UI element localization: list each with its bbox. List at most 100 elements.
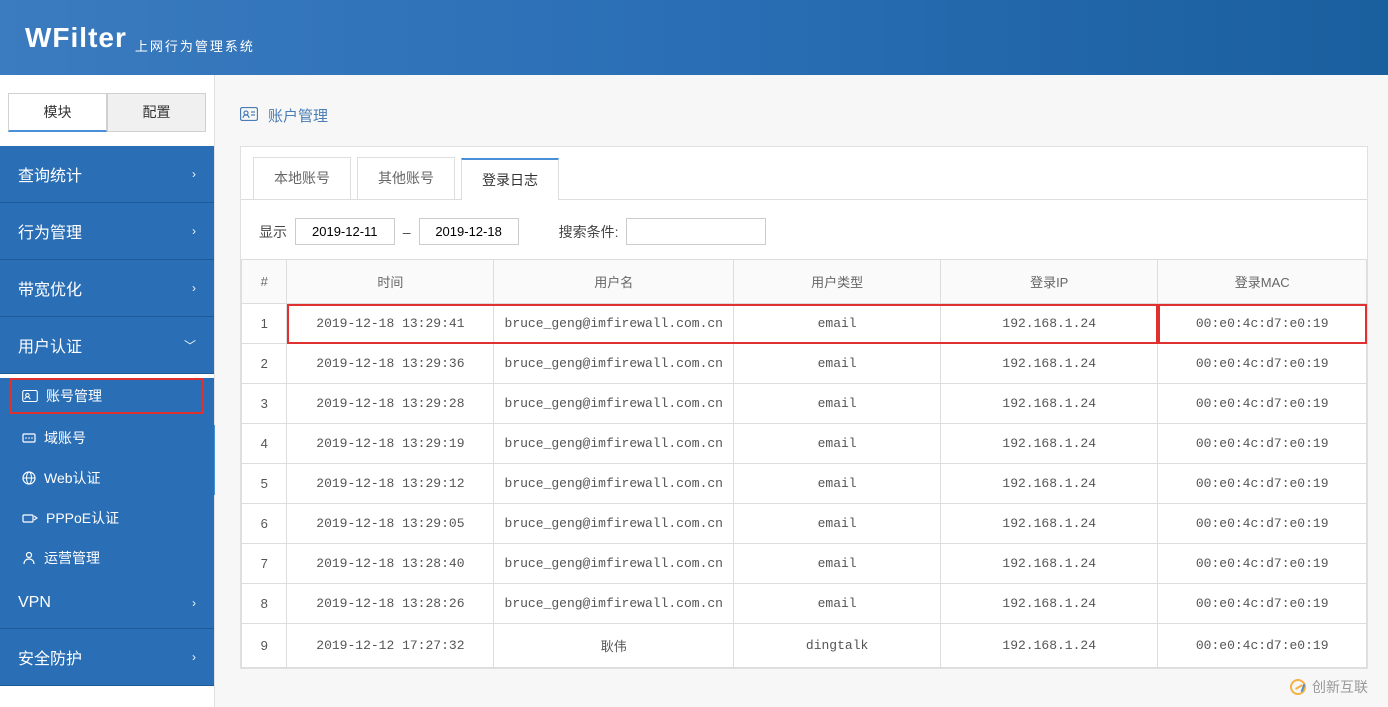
cell-username: bruce_geng@imfirewall.com.cn xyxy=(494,504,734,544)
cell-username: bruce_geng@imfirewall.com.cn xyxy=(494,384,734,424)
submenu: 账号管理域账号 Web认证 PPPoE认证运营管理 xyxy=(0,378,214,578)
date-separator: – xyxy=(403,224,411,240)
table-row[interactable]: 92019-12-12 17:27:32耿伟dingtalk192.168.1.… xyxy=(242,624,1367,668)
cell-index: 1 xyxy=(242,304,287,344)
menu-item-3[interactable]: 用户认证﹀ xyxy=(0,317,214,374)
menu-item-4[interactable]: VPN› xyxy=(0,578,214,629)
cell-mac: 00:e0:4c:d7:e0:19 xyxy=(1158,304,1367,344)
inner-tab-1[interactable]: 其他账号 xyxy=(357,157,455,199)
col-time[interactable]: 时间 xyxy=(287,260,494,304)
menu-item-1[interactable]: 行为管理› xyxy=(0,203,214,260)
sidebar: 模块 配置 查询统计›行为管理›带宽优化›用户认证﹀账号管理域账号Web认证PP… xyxy=(0,75,215,707)
id-card-icon xyxy=(240,107,258,125)
table-row[interactable]: 22019-12-18 13:29:36bruce_geng@imfirewal… xyxy=(242,344,1367,384)
sidebar-tab-module[interactable]: 模块 xyxy=(8,93,107,132)
col-username[interactable]: 用户名 xyxy=(494,260,734,304)
table-row[interactable]: 82019-12-18 13:28:26bruce_geng@imfirewal… xyxy=(242,584,1367,624)
show-label: 显示 xyxy=(259,222,287,242)
cell-ip: 192.168.1.24 xyxy=(941,544,1158,584)
cell-usertype: email xyxy=(734,584,941,624)
table-row[interactable]: 52019-12-18 13:29:12bruce_geng@imfirewal… xyxy=(242,464,1367,504)
submenu-item-1[interactable]: 域账号 xyxy=(0,418,214,458)
cell-ip: 192.168.1.24 xyxy=(941,304,1158,344)
table-row[interactable]: 62019-12-18 13:29:05bruce_geng@imfirewal… xyxy=(242,504,1367,544)
inner-tab-2[interactable]: 登录日志 xyxy=(461,158,559,200)
cell-mac: 00:e0:4c:d7:e0:19 xyxy=(1158,504,1367,544)
col-index[interactable]: # xyxy=(242,260,287,304)
cell-ip: 192.168.1.24 xyxy=(941,384,1158,424)
menu-item-label: 用户认证 xyxy=(18,333,82,357)
col-login-ip[interactable]: 登录IP xyxy=(941,260,1158,304)
cell-mac: 00:e0:4c:d7:e0:19 xyxy=(1158,424,1367,464)
cell-usertype: email xyxy=(734,464,941,504)
menu-item-2[interactable]: 带宽优化› xyxy=(0,260,214,317)
chevron-right-icon: › xyxy=(192,167,196,181)
cell-index: 4 xyxy=(242,424,287,464)
table-row[interactable]: 72019-12-18 13:28:40bruce_geng@imfirewal… xyxy=(242,544,1367,584)
main-content: 账户管理 本地账号其他账号登录日志 显示 – 搜索条件: # 时间 用户名 用户… xyxy=(215,75,1388,707)
menu-item-label: 带宽优化 xyxy=(18,276,82,300)
table-body: 12019-12-18 13:29:41bruce_geng@imfirewal… xyxy=(242,304,1367,668)
breadcrumb: 账户管理 xyxy=(240,105,1368,126)
sidebar-tabs: 模块 配置 xyxy=(0,75,214,140)
cell-time: 2019-12-18 13:29:05 xyxy=(287,504,494,544)
globe-icon xyxy=(22,471,36,485)
submenu-item-0[interactable]: 账号管理 xyxy=(10,378,204,414)
col-usertype[interactable]: 用户类型 xyxy=(734,260,941,304)
cell-mac: 00:e0:4c:d7:e0:19 xyxy=(1158,344,1367,384)
filter-row: 显示 – 搜索条件: xyxy=(241,200,1367,259)
cell-time: 2019-12-12 17:27:32 xyxy=(287,624,494,668)
cell-index: 2 xyxy=(242,344,287,384)
cell-time: 2019-12-18 13:29:28 xyxy=(287,384,494,424)
cell-username: 耿伟 xyxy=(494,624,734,668)
cell-mac: 00:e0:4c:d7:e0:19 xyxy=(1158,464,1367,504)
cell-index: 7 xyxy=(242,544,287,584)
table-row[interactable]: 32019-12-18 13:29:28bruce_geng@imfirewal… xyxy=(242,384,1367,424)
watermark-icon xyxy=(1290,679,1306,695)
cell-index: 3 xyxy=(242,384,287,424)
inner-tab-0[interactable]: 本地账号 xyxy=(253,157,351,199)
cell-time: 2019-12-18 13:29:19 xyxy=(287,424,494,464)
chevron-right-icon: › xyxy=(192,224,196,238)
brand-subtitle: 上网行为管理系统 xyxy=(135,36,255,55)
inner-tabs: 本地账号其他账号登录日志 xyxy=(241,147,1367,200)
submenu-item-3[interactable]: PPPoE认证 xyxy=(0,498,214,538)
menu-item-5[interactable]: 安全防护› xyxy=(0,629,214,686)
login-log-table: # 时间 用户名 用户类型 登录IP 登录MAC 12019-12-18 13:… xyxy=(241,259,1367,668)
cell-time: 2019-12-18 13:28:40 xyxy=(287,544,494,584)
cell-username: bruce_geng@imfirewall.com.cn xyxy=(494,544,734,584)
menu-item-label: 查询统计 xyxy=(18,162,82,186)
date-to-input[interactable] xyxy=(419,218,519,245)
cell-ip: 192.168.1.24 xyxy=(941,624,1158,668)
app-header: WFilter 上网行为管理系统 xyxy=(0,0,1388,75)
sidebar-tab-config[interactable]: 配置 xyxy=(107,93,206,132)
submenu-item-label: 运营管理 xyxy=(44,548,100,568)
date-from-input[interactable] xyxy=(295,218,395,245)
table-header-row: # 时间 用户名 用户类型 登录IP 登录MAC xyxy=(242,260,1367,304)
submenu-item-4[interactable]: 运营管理 xyxy=(0,538,214,578)
cell-time: 2019-12-18 13:29:12 xyxy=(287,464,494,504)
menu-item-0[interactable]: 查询统计 › xyxy=(0,146,214,203)
cell-username: bruce_geng@imfirewall.com.cn xyxy=(494,584,734,624)
breadcrumb-title: 账户管理 xyxy=(268,105,328,126)
cell-mac: 00:e0:4c:d7:e0:19 xyxy=(1158,544,1367,584)
cell-username: bruce_geng@imfirewall.com.cn xyxy=(494,464,734,504)
col-login-mac[interactable]: 登录MAC xyxy=(1158,260,1367,304)
search-label: 搜索条件: xyxy=(559,222,619,242)
cell-ip: 192.168.1.24 xyxy=(941,464,1158,504)
submenu-item-label: Web认证 xyxy=(44,468,101,488)
cell-ip: 192.168.1.24 xyxy=(941,344,1158,384)
cell-username: bruce_geng@imfirewall.com.cn xyxy=(494,304,734,344)
cell-usertype: dingtalk xyxy=(734,624,941,668)
cell-usertype: email xyxy=(734,384,941,424)
pppoe-icon xyxy=(22,512,38,524)
search-input[interactable] xyxy=(626,218,766,245)
submenu-item-label: 域账号 xyxy=(44,428,86,448)
table-row[interactable]: 12019-12-18 13:29:41bruce_geng@imfirewal… xyxy=(242,304,1367,344)
cell-index: 6 xyxy=(242,504,287,544)
table-row[interactable]: 42019-12-18 13:29:19bruce_geng@imfirewal… xyxy=(242,424,1367,464)
id-card-icon xyxy=(22,390,38,402)
cell-time: 2019-12-18 13:28:26 xyxy=(287,584,494,624)
submenu-item-label: 账号管理 xyxy=(46,386,102,406)
submenu-item-2[interactable]: Web认证 xyxy=(0,458,214,498)
